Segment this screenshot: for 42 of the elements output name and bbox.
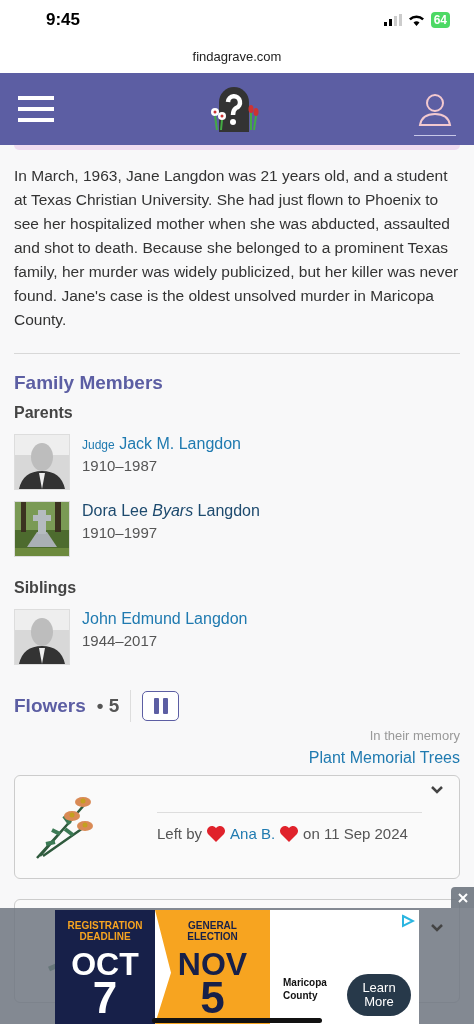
flower-count: • 5 [96,695,120,717]
learn-more-button[interactable]: Learn More [347,974,411,1016]
ad-text: OCT [71,948,139,980]
close-button[interactable] [451,887,474,908]
heart-icon [206,824,227,843]
ad-text: NOV [177,948,248,980]
section-heading: Family Members [14,372,164,394]
user-icon [418,92,452,127]
signal-icon [383,14,402,26]
menu-icon [18,95,54,123]
menu-button[interactable] [18,95,54,123]
biography-text: In March, 1963, Jane Langdon was 21 years old, and a student at Texas Christian University. She had just flown to Phoenix to see her hospitalized mother when she was abducted, assaulted and shot to death. Because she belonged to a prominent Texas family, her murder was widely publicized, but her killer was never found. Jane's case is the oldest unsolved murder in Maricopa County. [14,166,460,330]
ad-text: 7 [92,980,118,1016]
life-dates: 1910–1987 [82,457,159,474]
person-link[interactable]: Judge Jack M. Langdon [82,435,241,453]
group-label: Parents [14,404,74,422]
close-icon [457,892,468,903]
pause-icon [153,698,168,714]
memory-note: In their memory [368,728,460,743]
wifi-icon [407,14,425,26]
battery-level: 64 [430,12,450,28]
ad-text: REGISTRATION DEADLINE [66,920,144,942]
heart-icon [279,824,300,843]
group-label: Siblings [14,579,78,597]
left-by-text: Left by [157,825,203,842]
pause-button[interactable] [142,691,180,721]
url-text[interactable]: findagrave.com [0,40,474,73]
ad-text: GENERAL ELECTION [186,920,239,942]
person-link[interactable]: John Edmund Langdon [82,610,248,628]
flower-date: on 11 Sep 2024 [303,825,408,842]
status-time: 9:45 [46,10,81,30]
life-dates: 1944–2017 [82,632,159,649]
author-link[interactable]: Ana B. [230,825,276,842]
plant-trees-link[interactable]: Plant Memorial Trees [308,749,460,766]
chevron-down-icon[interactable] [431,786,443,794]
person-link[interactable]: Dora Lee Byars Langdon [82,502,260,520]
logo-drawing[interactable] [209,84,259,134]
section-heading: Flowers [14,695,86,717]
ad-banner[interactable]: REGISTRATION DEADLINE OCT 7 GENERAL ELECTION NOV 5 Maricopa County Learn More [55,910,419,1024]
life-dates: 1910–1997 [82,524,159,541]
advertiser-name: Maricopa County [283,976,328,1002]
ad-text: 5 [200,980,225,1016]
